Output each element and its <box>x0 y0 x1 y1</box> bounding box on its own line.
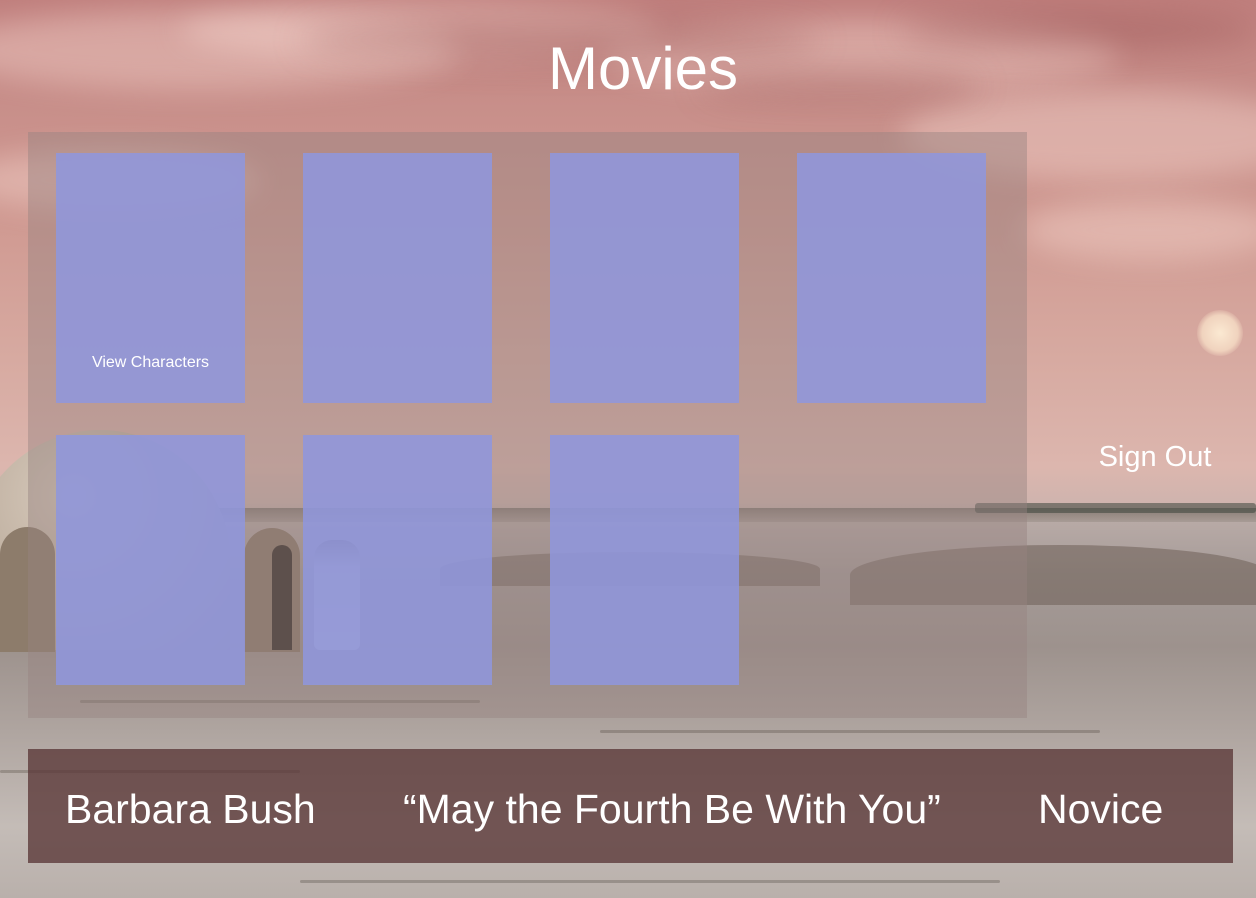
user-name: Barbara Bush <box>65 786 316 832</box>
movie-card[interactable]: View Characters <box>56 153 245 403</box>
user-rank: Novice <box>1038 786 1164 832</box>
movie-card[interactable] <box>550 435 739 685</box>
movie-card[interactable] <box>303 153 492 403</box>
sign-out-button[interactable]: Sign Out <box>1082 441 1228 474</box>
sun-icon <box>1197 310 1243 356</box>
page-title: Movies <box>547 35 739 102</box>
movie-card[interactable] <box>550 153 739 403</box>
view-characters-link[interactable]: View Characters <box>56 354 245 372</box>
movie-card[interactable] <box>303 435 492 685</box>
quote-text: “May the Fourth Be With You” <box>403 786 941 832</box>
movie-card[interactable] <box>797 153 986 403</box>
movie-card[interactable] <box>56 435 245 685</box>
